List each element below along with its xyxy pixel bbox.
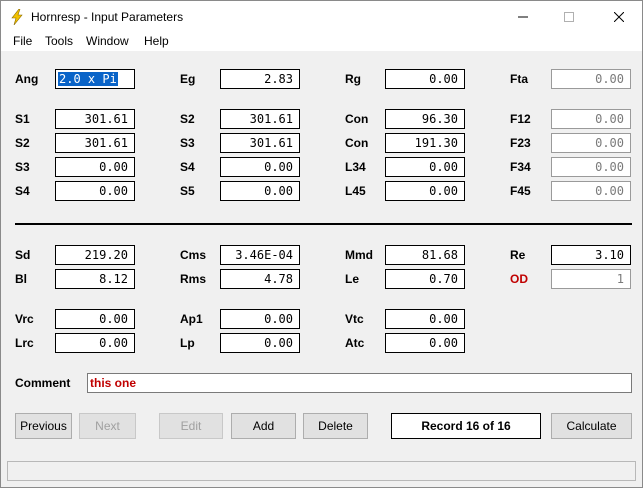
field-l45[interactable]: 0.00 [385, 181, 465, 201]
label-bl: Bl [15, 272, 27, 286]
close-icon [614, 12, 624, 22]
label-l34: L34 [345, 160, 366, 174]
label-s3: S3 [15, 160, 30, 174]
field-s1[interactable]: 301.61 [55, 109, 135, 129]
field-con1[interactable]: 96.30 [385, 109, 465, 129]
field-s4-col2[interactable]: 0.00 [220, 157, 300, 177]
menu-file[interactable]: File [13, 34, 32, 48]
label-s2-col2: S2 [180, 112, 195, 126]
comment-input[interactable]: this one [87, 373, 632, 393]
menu-tools[interactable]: Tools [45, 34, 73, 48]
field-re[interactable]: 3.10 [551, 245, 631, 265]
field-sd[interactable]: 219.20 [55, 245, 135, 265]
label-eg: Eg [180, 72, 196, 86]
field-s5[interactable]: 0.00 [220, 181, 300, 201]
field-fta: 0.00 [551, 69, 631, 89]
field-f45: 0.00 [551, 181, 631, 201]
label-s4: S4 [15, 184, 30, 198]
label-vtc: Vtc [345, 312, 364, 326]
field-atc[interactable]: 0.00 [385, 333, 465, 353]
label-f23: F23 [510, 136, 531, 150]
label-lrc: Lrc [15, 336, 34, 350]
field-s2-col2[interactable]: 301.61 [220, 109, 300, 129]
title-bar[interactable]: Hornresp - Input Parameters [1, 1, 642, 33]
label-f12: F12 [510, 112, 531, 126]
label-s1: S1 [15, 112, 30, 126]
label-le: Le [345, 272, 360, 286]
maximize-button[interactable] [546, 1, 592, 33]
field-rg[interactable]: 0.00 [385, 69, 465, 89]
input-parameters-window: Hornresp - Input Parameters File Tools W… [0, 0, 643, 488]
field-cms[interactable]: 3.46E-04 [220, 245, 300, 265]
label-s4-col2: S4 [180, 160, 195, 174]
label-mmd: Mmd [345, 248, 373, 262]
label-vrc: Vrc [15, 312, 34, 326]
label-ap1: Ap1 [180, 312, 203, 326]
window-title: Hornresp - Input Parameters [31, 10, 184, 24]
field-rms[interactable]: 4.78 [220, 269, 300, 289]
label-fta: Fta [510, 72, 528, 86]
label-cms: Cms [180, 248, 207, 262]
label-s3-col2: S3 [180, 136, 195, 150]
field-con2[interactable]: 191.30 [385, 133, 465, 153]
field-s4[interactable]: 0.00 [55, 181, 135, 201]
next-button[interactable]: Next [79, 413, 136, 439]
label-s2: S2 [15, 136, 30, 150]
field-s3-col2[interactable]: 301.61 [220, 133, 300, 153]
close-button[interactable] [596, 1, 642, 33]
label-sd: Sd [15, 248, 31, 262]
lightning-icon [11, 9, 23, 25]
label-f34: F34 [510, 160, 531, 174]
field-vtc[interactable]: 0.00 [385, 309, 465, 329]
label-s5: S5 [180, 184, 195, 198]
field-le[interactable]: 0.70 [385, 269, 465, 289]
maximize-icon [564, 12, 574, 22]
label-od: OD [510, 272, 528, 286]
record-indicator: Record 16 of 16 [391, 413, 541, 439]
menu-bar: File Tools Window Help [1, 33, 642, 51]
previous-button[interactable]: Previous [15, 413, 72, 439]
delete-button[interactable]: Delete [303, 413, 368, 439]
field-ang[interactable]: 2.0 x Pi [55, 69, 135, 89]
menu-window[interactable]: Window [86, 34, 129, 48]
field-eg[interactable]: 2.83 [220, 69, 300, 89]
field-f34: 0.00 [551, 157, 631, 177]
field-mmd[interactable]: 81.68 [385, 245, 465, 265]
label-con1: Con [345, 112, 369, 126]
minimize-icon [518, 16, 528, 18]
field-f12: 0.00 [551, 109, 631, 129]
label-rms: Rms [180, 272, 207, 286]
label-atc: Atc [345, 336, 365, 350]
field-lrc[interactable]: 0.00 [55, 333, 135, 353]
edit-button[interactable]: Edit [159, 413, 223, 439]
field-od: 1 [551, 269, 631, 289]
field-ang-value: 2.0 x Pi [58, 72, 118, 86]
label-ang: Ang [15, 72, 39, 86]
field-bl[interactable]: 8.12 [55, 269, 135, 289]
menu-help[interactable]: Help [144, 34, 169, 48]
calculate-button[interactable]: Calculate [551, 413, 632, 439]
label-l45: L45 [345, 184, 366, 198]
label-comment: Comment [15, 376, 71, 390]
field-f23: 0.00 [551, 133, 631, 153]
field-s3[interactable]: 0.00 [55, 157, 135, 177]
label-f45: F45 [510, 184, 531, 198]
minimize-button[interactable] [500, 1, 546, 33]
field-vrc[interactable]: 0.00 [55, 309, 135, 329]
label-re: Re [510, 248, 526, 262]
label-rg: Rg [345, 72, 361, 86]
section-divider [15, 223, 632, 225]
add-button[interactable]: Add [231, 413, 296, 439]
field-s2[interactable]: 301.61 [55, 133, 135, 153]
status-bar [7, 461, 636, 481]
field-l34[interactable]: 0.00 [385, 157, 465, 177]
field-ap1[interactable]: 0.00 [220, 309, 300, 329]
label-con2: Con [345, 136, 369, 150]
label-lp: Lp [180, 336, 195, 350]
field-lp[interactable]: 0.00 [220, 333, 300, 353]
